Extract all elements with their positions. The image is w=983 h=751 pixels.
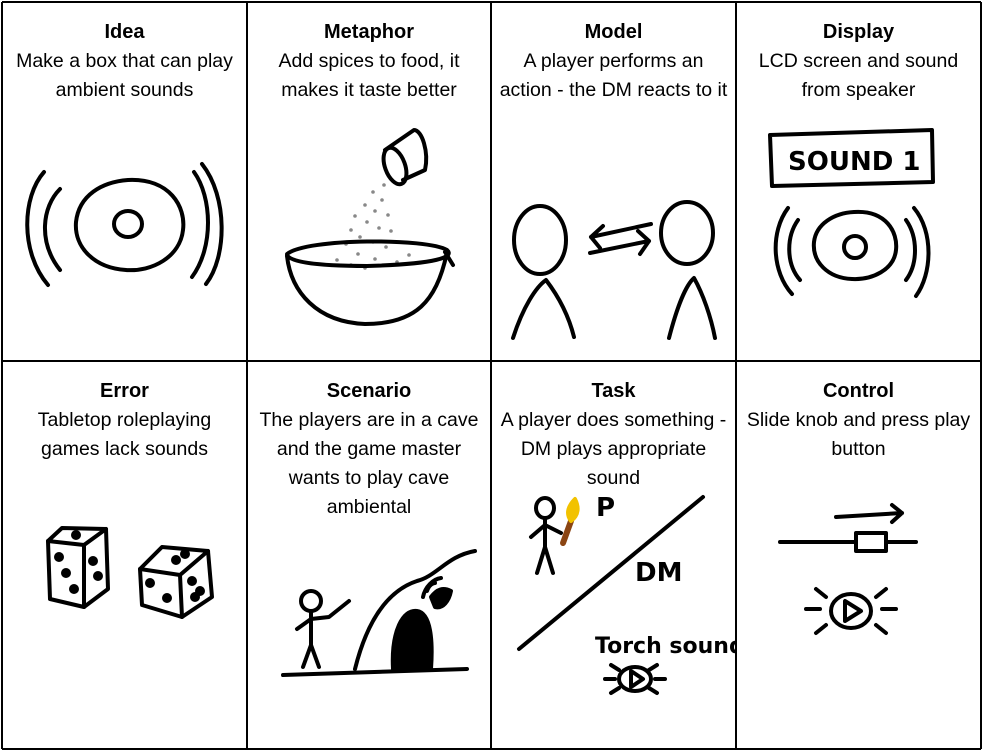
cell-idea: Idea Make a box that can play ambient so… bbox=[2, 2, 247, 361]
storyboard-grid: Idea Make a box that can play ambient so… bbox=[0, 0, 983, 751]
dm-label: DM bbox=[635, 558, 682, 588]
slider-knob bbox=[854, 531, 888, 553]
play-button bbox=[829, 592, 873, 630]
cell-title: Metaphor bbox=[324, 21, 414, 43]
cell-description: Add spices to food, it makes it taste be… bbox=[278, 50, 460, 101]
cell-description: A player does something - DM plays appro… bbox=[500, 409, 727, 489]
cell-title: Idea bbox=[104, 21, 145, 43]
lcd-screen bbox=[768, 128, 935, 188]
cell-title: Control bbox=[822, 380, 895, 402]
cell-scenario: Scenario The players are in a cave and t… bbox=[247, 361, 491, 749]
cell-control: Control Slide knob and press play button bbox=[736, 361, 981, 749]
player-label: P bbox=[596, 493, 615, 523]
die-left bbox=[46, 526, 110, 609]
cell-description: The players are in a cave and the game m… bbox=[259, 409, 479, 518]
slider-direction-arrow bbox=[834, 503, 904, 524]
cell-display: Display LCD screen and sound from speake… bbox=[736, 2, 981, 361]
cell-title: Scenario bbox=[326, 380, 412, 402]
cell-description: Make a box that can play ambient sounds bbox=[16, 50, 233, 101]
cell-title: Model bbox=[584, 21, 643, 43]
cell-description: Slide knob and press play button bbox=[746, 409, 971, 460]
cell-title: Display bbox=[822, 21, 895, 43]
cell-description: LCD screen and sound from speaker bbox=[758, 50, 959, 101]
cell-metaphor: Metaphor Add spices to food, it makes it… bbox=[247, 2, 491, 361]
cell-description: Tabletop roleplaying games lack sounds bbox=[37, 409, 212, 460]
lcd-screen-text: SOUND 1 bbox=[788, 147, 920, 177]
salt-particles bbox=[335, 183, 411, 270]
cell-model: Model A player performs an action - the … bbox=[491, 2, 736, 361]
cell-description: A player performs an action - the DM rea… bbox=[499, 50, 728, 101]
cell-title: Task bbox=[591, 380, 636, 402]
torch-sound-label: Torch sound bbox=[595, 634, 736, 659]
die-right bbox=[138, 545, 214, 619]
cell-title: Error bbox=[100, 380, 149, 402]
cell-error: Error Tabletop roleplaying games lack so… bbox=[2, 361, 247, 749]
cell-task: Task A player does something - DM plays … bbox=[491, 361, 736, 749]
